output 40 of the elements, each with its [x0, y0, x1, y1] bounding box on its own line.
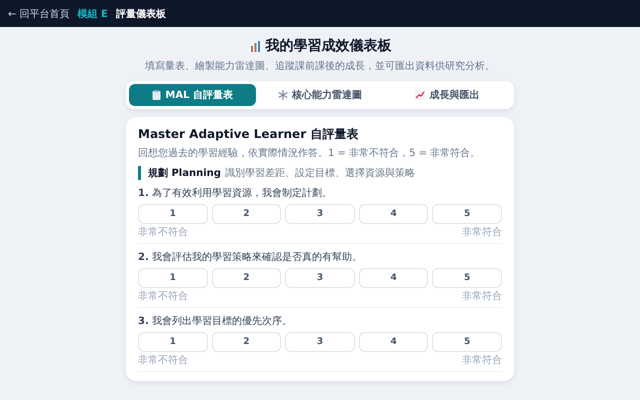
rating-option[interactable]: 3	[285, 332, 355, 352]
rating-option[interactable]: 1	[138, 204, 208, 224]
rating-option[interactable]: 5	[432, 268, 502, 288]
tab[interactable]: 成長與匯出	[384, 84, 511, 106]
scale-low-label: 非常不符合	[138, 290, 188, 303]
snowflake-icon	[278, 90, 288, 100]
scale-high-label: 非常符合	[462, 290, 502, 303]
rating-option[interactable]: 3	[285, 268, 355, 288]
clipboard-icon	[152, 90, 162, 100]
page-title: 評量儀表板	[116, 8, 166, 20]
module-label: 模組 E	[78, 8, 108, 20]
dashboard-title: 我的學習成效儀表板	[266, 37, 392, 55]
back-link[interactable]: ← 回平台首頁	[8, 6, 70, 20]
section-description: 識別學習差距、設定目標、選擇資源與策略	[224, 166, 415, 180]
dashboard-subtitle: 填寫量表、繪製能力雷達圖、追蹤課前課後的成長，並可匯出資料供研究分析。	[145, 60, 495, 73]
scale-low-label: 非常不符合	[138, 354, 188, 367]
question-text: 1. 為了有效利用學習資源，我會制定計劃。	[138, 186, 333, 200]
line-chart-icon	[415, 90, 426, 100]
question-text: 2. 我會評估我的學習策略來確認是否真的有幫助。	[138, 250, 363, 264]
rating-option[interactable]: 1	[138, 268, 208, 288]
rating-option[interactable]: 1	[138, 332, 208, 352]
tab[interactable]: MAL 自評量表	[129, 84, 256, 106]
rating-option[interactable]: 3	[285, 204, 355, 224]
scale-low-label: 非常不符合	[138, 226, 188, 239]
question-text: 3. 我會列出學習目標的優先次序。	[138, 314, 293, 328]
scale-high-label: 非常符合	[462, 226, 502, 239]
rating-option[interactable]: 5	[432, 204, 502, 224]
rating-option[interactable]: 4	[358, 204, 428, 224]
rating-option[interactable]: 5	[432, 332, 502, 352]
rating-option[interactable]: 2	[212, 204, 282, 224]
rating-option[interactable]: 2	[212, 332, 282, 352]
tab[interactable]: 核心能力雷達圖	[256, 84, 384, 106]
rating-option[interactable]: 4	[358, 332, 428, 352]
survey-instructions: 回想您過去的學習經驗，依實際情況作答。1 = 非常不符合，5 = 非常符合。	[138, 146, 482, 160]
rating-option[interactable]: 4	[358, 268, 428, 288]
scale-high-label: 非常符合	[462, 354, 502, 367]
rating-option[interactable]: 2	[212, 268, 282, 288]
survey-title: Master Adaptive Learner 自評量表	[138, 126, 360, 143]
section-title: 規劃 Planning	[148, 166, 221, 180]
bar-chart-icon	[248, 40, 262, 52]
